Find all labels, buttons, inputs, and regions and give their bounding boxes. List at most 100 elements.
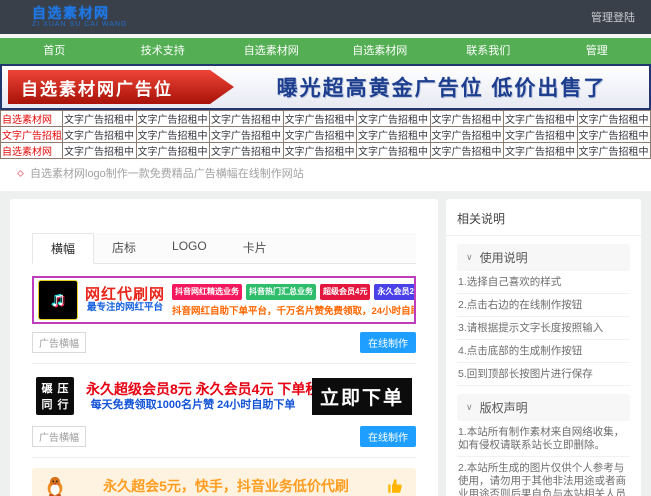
nav-item-material-2[interactable]: 自选素材网 bbox=[326, 38, 435, 64]
text-ad-cell[interactable]: 文字广告招租中 bbox=[63, 111, 137, 127]
tab-shop-logo[interactable]: 店标 bbox=[94, 233, 154, 263]
text-ad-cell[interactable]: 文字广告招租中 bbox=[136, 111, 210, 127]
pill-label: 永久会员2元 bbox=[374, 284, 416, 300]
section-usage-notes[interactable]: ∨ 使用说明 bbox=[457, 244, 630, 271]
banner-preview-douyin[interactable]: ♫ 网红代刷网 最专注的网红平台 抖音网红精选业务 抖音热门汇总业务 超级会员4… bbox=[32, 276, 416, 324]
text-ad-cell[interactable]: 文字广告招租中 bbox=[63, 143, 137, 159]
text-ad-table: 自选素材网文字广告招租中文字广告招租中文字广告招租中文字广告招租中文字广告招租中… bbox=[0, 110, 651, 159]
text-ad-row: 自选素材网文字广告招租中文字广告招租中文字广告招租中文字广告招租中文字广告招租中… bbox=[1, 111, 651, 127]
text-ad-cell[interactable]: 文字广告招租中 bbox=[577, 143, 651, 159]
logo-char: 碾 bbox=[42, 380, 53, 396]
banner2-line2: 每天免费领取1000名片赞 24小时自助下单 bbox=[86, 398, 300, 412]
logo-subtitle: ZI XUAN SU CAI WANG bbox=[32, 21, 127, 28]
diamond-icon bbox=[17, 169, 24, 176]
text-ad-cell[interactable]: 文字广告招租中 bbox=[210, 127, 284, 143]
copyright-note: 2.本站所生成的图片仅供个人参考与使用，请勿用于其他非法用途或者商业用途否则后果… bbox=[457, 457, 630, 496]
list-divider bbox=[32, 457, 416, 458]
nav-item-home[interactable]: 首页 bbox=[0, 38, 109, 64]
list-divider bbox=[32, 363, 416, 364]
text-ad-cell[interactable]: 文字广告招租中 bbox=[504, 143, 578, 159]
text-ad-cell[interactable]: 文字广告招租中 bbox=[504, 127, 578, 143]
banner1-meta: 广告横幅 在线制作 bbox=[32, 332, 416, 353]
usage-step: 3.请根据提示文字长度按照输入 bbox=[457, 317, 630, 340]
tab-card[interactable]: 卡片 bbox=[225, 233, 285, 263]
usage-step: 5.回到顶部长按图片进行保存 bbox=[457, 363, 630, 386]
online-make-button[interactable]: 在线制作 bbox=[360, 426, 416, 447]
banner2-meta: 广告横幅 在线制作 bbox=[32, 426, 416, 447]
top-header: 自选素材网 ZI XUAN SU CAI WANG 管理登陆 bbox=[0, 0, 651, 34]
tab-logo[interactable]: LOGO bbox=[154, 233, 225, 263]
banner3-text: 永久超会5元，快手，抖音业务低价代刷 bbox=[76, 476, 376, 496]
text-ad-cell[interactable]: 自选素材网 bbox=[1, 143, 63, 159]
banner-preview-kuaishou[interactable]: 永久超会5元，快手，抖音业务低价代刷 bbox=[32, 468, 416, 496]
text-ad-cell[interactable]: 文字广告招租中 bbox=[136, 143, 210, 159]
text-ad-cell[interactable]: 文字广告招租中 bbox=[577, 127, 651, 143]
tiktok-logo-icon: ♫ bbox=[38, 280, 78, 320]
text-ad-row: 自选素材网文字广告招租中文字广告招租中文字广告招租中文字广告招租中文字广告招租中… bbox=[1, 143, 651, 159]
banner-preview-order[interactable]: 碾 压 同 行 永久超级会员8元 永久会员4元 下单秒刷 每天免费领取1000名… bbox=[32, 374, 416, 418]
promo-ribbon: 自选素材网广告位 bbox=[8, 70, 234, 104]
text-ad-cell[interactable]: 文字广告招租中 bbox=[504, 111, 578, 127]
text-ad-cell[interactable]: 文字广告招租中 bbox=[357, 111, 431, 127]
text-ad-cell[interactable]: 文字广告招租中 bbox=[136, 127, 210, 143]
admin-login-link[interactable]: 管理登陆 bbox=[591, 9, 635, 25]
banner-list-panel: 横幅 店标 LOGO 卡片 ♫ 网红代刷网 最专注的网红平台 抖音网红精选业务 … bbox=[10, 199, 438, 496]
main-content: 横幅 店标 LOGO 卡片 ♫ 网红代刷网 最专注的网红平台 抖音网红精选业务 … bbox=[0, 191, 651, 496]
banner2-text: 永久超级会员8元 永久会员4元 下单秒刷 每天免费领取1000名片赞 24小时自… bbox=[86, 380, 300, 412]
copyright-note: 1.本站所有制作素材来自网络收集，如有侵权请联系站长立即删除。 bbox=[457, 421, 630, 457]
logo-title: 自选素材网 bbox=[32, 6, 127, 21]
text-ad-cell[interactable]: 文字广告招租中 bbox=[283, 127, 357, 143]
banner1-subtitle: 最专注的网红平台 bbox=[87, 303, 163, 314]
nav-item-support[interactable]: 技术支持 bbox=[109, 38, 218, 64]
category-tabs: 横幅 店标 LOGO 卡片 bbox=[32, 233, 416, 264]
banner2-line1: 永久超级会员8元 永久会员4元 下单秒刷 bbox=[86, 380, 300, 398]
pill-label: 抖音网红精选业务 bbox=[172, 284, 242, 300]
banner-type-chip: 广告横幅 bbox=[32, 426, 86, 447]
text-ad-cell[interactable]: 文字广告招租中 bbox=[283, 143, 357, 159]
banner1-tagline: 抖音网红自助下单平台，千万名片赞免费领取，24小时自助下单！ bbox=[172, 303, 410, 317]
text-ad-cell[interactable]: 自选素材网 bbox=[1, 111, 63, 127]
nav-item-contact[interactable]: 联系我们 bbox=[434, 38, 543, 64]
promo-ad-banner[interactable]: 自选素材网广告位 曝光超高黄金广告位 低价出售了 bbox=[0, 64, 651, 110]
main-nav: 首页 技术支持 自选素材网 自选素材网 联系我们 管理 bbox=[0, 38, 651, 64]
usage-step: 2.点击右边的在线制作按钮 bbox=[457, 294, 630, 317]
pill-label: 超级会员4元 bbox=[320, 284, 370, 300]
text-ad-cell[interactable]: 文字广告招租中 bbox=[63, 127, 137, 143]
text-ad-cell[interactable]: 文字广告招租中 bbox=[1, 127, 63, 143]
text-ad-cell[interactable]: 文字广告招租中 bbox=[430, 127, 504, 143]
banner1-pills: 抖音网红精选业务 抖音热门汇总业务 超级会员4元 永久会员2元 bbox=[172, 284, 410, 300]
text-ad-cell[interactable]: 文字广告招租中 bbox=[283, 111, 357, 127]
nav-item-material-1[interactable]: 自选素材网 bbox=[217, 38, 326, 64]
logo-char: 同 bbox=[42, 396, 53, 412]
section-label: 使用说明 bbox=[480, 249, 528, 266]
banner-items: ♫ 网红代刷网 最专注的网红平台 抖音网红精选业务 抖音热门汇总业务 超级会员4… bbox=[32, 264, 416, 496]
text-ad-cell[interactable]: 文字广告招租中 bbox=[430, 111, 504, 127]
text-ad-table-body: 自选素材网文字广告招租中文字广告招租中文字广告招租中文字广告招租中文字广告招租中… bbox=[1, 111, 651, 159]
section-copyright[interactable]: ∨ 版权声明 bbox=[457, 394, 630, 421]
banner1-title: 网红代刷网 bbox=[85, 286, 165, 303]
text-ad-cell[interactable]: 文字广告招租中 bbox=[357, 143, 431, 159]
text-ad-row: 文字广告招租中文字广告招租中文字广告招租中文字广告招租中文字广告招租中文字广告招… bbox=[1, 127, 651, 143]
nav-item-manage[interactable]: 管理 bbox=[543, 38, 651, 64]
order-now-cta: 立即下单 bbox=[312, 378, 412, 415]
tab-banner[interactable]: 横幅 bbox=[32, 233, 94, 264]
chevron-down-icon: ∨ bbox=[466, 402, 473, 413]
text-ad-cell[interactable]: 文字广告招租中 bbox=[210, 143, 284, 159]
text-ad-cell[interactable]: 文字广告招租中 bbox=[577, 111, 651, 127]
promo-headline: 曝光超高黄金广告位 低价出售了 bbox=[234, 72, 649, 102]
text-ad-cell[interactable]: 文字广告招租中 bbox=[430, 143, 504, 159]
banner-type-chip: 广告横幅 bbox=[32, 332, 86, 353]
pill-label: 抖音热门汇总业务 bbox=[246, 284, 316, 300]
crush-rivals-logo: 碾 压 同 行 bbox=[36, 377, 74, 415]
banner1-titles: 网红代刷网 最专注的网红平台 bbox=[85, 286, 165, 314]
section-label: 版权声明 bbox=[480, 399, 528, 416]
usage-step: 1.选择自己喜欢的样式 bbox=[457, 271, 630, 294]
text-ad-cell[interactable]: 文字广告招租中 bbox=[357, 127, 431, 143]
thumbs-up-icon bbox=[386, 477, 404, 495]
site-logo[interactable]: 自选素材网 ZI XUAN SU CAI WANG bbox=[32, 6, 127, 28]
online-make-button[interactable]: 在线制作 bbox=[360, 332, 416, 353]
logo-char: 压 bbox=[58, 380, 69, 396]
text-ad-cell[interactable]: 文字广告招租中 bbox=[210, 111, 284, 127]
music-note-icon: ♫ bbox=[51, 289, 66, 312]
notice-link[interactable]: 自选素材网logo制作一款免费精品广告横幅在线制作网站 bbox=[30, 165, 304, 181]
